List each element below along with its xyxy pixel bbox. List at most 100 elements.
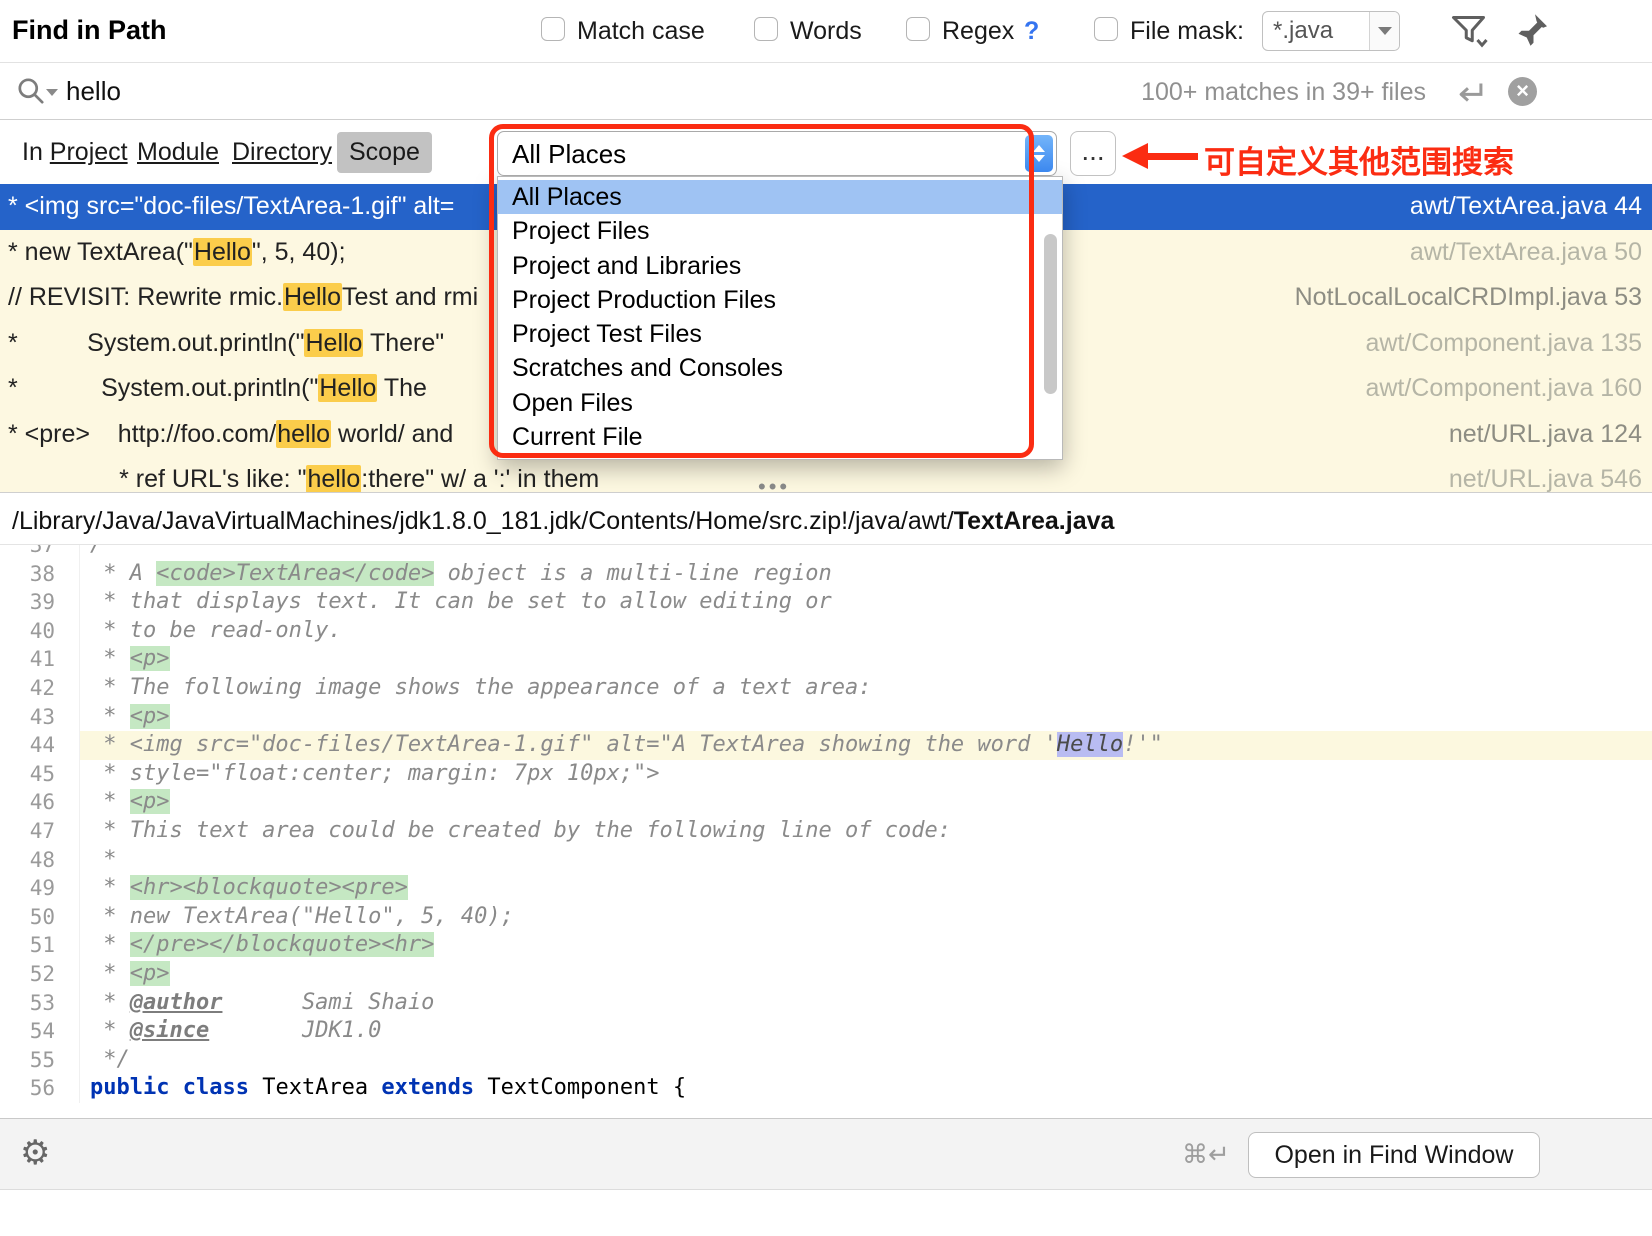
- code-line: 56public class TextArea extends TextComp…: [0, 1074, 1652, 1103]
- code-line: 42 * The following image shows the appea…: [0, 674, 1652, 703]
- result-snippet: // REVISIT: Rewrite rmic.HelloTest and r…: [8, 283, 478, 312]
- line-number: 48: [0, 846, 80, 875]
- code-token: * that displays text. It can be set to a…: [90, 589, 832, 614]
- scope-combobox[interactable]: All Places: [497, 131, 1057, 176]
- code-token: @since: [130, 1018, 209, 1043]
- code-token: </pre></blockquote><hr>: [130, 932, 435, 957]
- code-token: JDK1.0: [209, 1018, 381, 1043]
- code-content: * <img src="doc-files/TextArea-1.gif" al…: [80, 731, 1652, 760]
- scope-option-current-file[interactable]: Current File: [498, 420, 1062, 454]
- file-mask-combobox[interactable]: *.java: [1262, 11, 1400, 51]
- result-file-ref: net/URL.java 124: [1429, 420, 1642, 449]
- code-line: 48 *: [0, 846, 1652, 875]
- scope-more-button[interactable]: ...: [1070, 131, 1116, 176]
- file-path-prefix: /Library/Java/JavaVirtualMachines/jdk1.8…: [12, 507, 954, 535]
- code-line: 43 * <p>: [0, 703, 1652, 732]
- code-token: * The following image shows the appearan…: [90, 675, 871, 700]
- search-history-chevron-icon[interactable]: [46, 89, 58, 96]
- code-token: object is a multi-line region: [434, 561, 831, 586]
- snippet-text: * <pre> http://foo.com/: [8, 420, 276, 448]
- code-line: 52 * <p>: [0, 960, 1652, 989]
- code-line: 38 * A <code>TextArea</code> object is a…: [0, 560, 1652, 589]
- code-line: 49 * <hr><blockquote><pre>: [0, 874, 1652, 903]
- snippet-text: :there" w/ a ':' in them: [361, 465, 599, 492]
- chevron-down-icon[interactable]: [1369, 12, 1399, 50]
- scope-option-open-files[interactable]: Open Files: [498, 386, 1062, 420]
- code-token: TextArea: [249, 1075, 381, 1100]
- result-snippet: * <img src="doc-files/TextArea-1.gif" al…: [8, 192, 454, 221]
- code-content: /**: [80, 545, 1652, 560]
- code-token: *: [90, 1018, 130, 1043]
- line-number: 55: [0, 1046, 80, 1075]
- search-input[interactable]: hello: [66, 76, 121, 107]
- clear-search-button[interactable]: ×: [1508, 77, 1537, 106]
- result-file-ref: awt/TextArea.java 44: [1390, 192, 1642, 221]
- snippet-text: Test and rmi: [342, 283, 478, 311]
- code-lines: 37/**38 * A <code>TextArea</code> object…: [0, 545, 1652, 1103]
- file-mask-label[interactable]: File mask:: [1130, 17, 1244, 46]
- regex-label[interactable]: Regex: [942, 17, 1014, 46]
- open-in-find-window-button[interactable]: Open in Find Window: [1248, 1132, 1540, 1178]
- snippet-text: * System.out.println(": [8, 329, 304, 357]
- scope-option-project-production-files[interactable]: Project Production Files: [498, 283, 1062, 317]
- scope-option-project-and-libraries[interactable]: Project and Libraries: [498, 249, 1062, 283]
- find-in-path-dialog: Find in Path Match case Words Regex ? Fi…: [0, 0, 1652, 1236]
- scope-tab-directory[interactable]: Directory: [232, 138, 332, 167]
- snippet-text: * <img src="doc-files/TextArea-1.gif" al…: [8, 192, 454, 220]
- line-number: 49: [0, 874, 80, 903]
- code-line: 55 */: [0, 1046, 1652, 1075]
- match-case-label[interactable]: Match case: [577, 17, 705, 46]
- match-highlight: Hello: [283, 283, 342, 311]
- regex-help-icon[interactable]: ?: [1024, 17, 1039, 46]
- code-token: <hr><blockquote><pre>: [130, 875, 408, 900]
- code-line: 40 * to be read-only.: [0, 617, 1652, 646]
- code-token: * style="float:center; margin: 7px 10px;…: [90, 761, 660, 786]
- scope-tab-scope[interactable]: Scope: [337, 132, 432, 173]
- code-token: TextComponent {: [474, 1075, 686, 1100]
- code-line: 50 * new TextArea("Hello", 5, 40);: [0, 903, 1652, 932]
- popup-scrollbar[interactable]: [1044, 234, 1057, 394]
- dialog-title: Find in Path: [12, 15, 167, 46]
- scope-option-project-test-files[interactable]: Project Test Files: [498, 317, 1062, 351]
- result-row[interactable]: * ref URL's like: "hello:there" w/ a ':'…: [0, 457, 1652, 492]
- scope-option-all-places[interactable]: All Places: [498, 180, 1062, 214]
- line-number: 45: [0, 760, 80, 789]
- scope-tab-project[interactable]: In Project: [22, 138, 128, 167]
- code-content: public class TextArea extends TextCompon…: [80, 1074, 1652, 1103]
- scope-option-project-files[interactable]: Project Files: [498, 214, 1062, 248]
- words-label[interactable]: Words: [790, 17, 862, 46]
- pin-icon[interactable]: [1514, 11, 1550, 49]
- code-content: * style="float:center; margin: 7px 10px;…: [80, 760, 1652, 789]
- preview-path-row: /Library/Java/JavaVirtualMachines/jdk1.8…: [0, 492, 1652, 545]
- result-snippet: * new TextArea("Hello", 5, 40);: [8, 238, 346, 267]
- words-checkbox[interactable]: [754, 17, 778, 41]
- code-line: 53 * @author Sami Shaio: [0, 989, 1652, 1018]
- match-case-checkbox[interactable]: [541, 17, 565, 41]
- snippet-text: * ref URL's like: ": [8, 465, 306, 492]
- gear-icon[interactable]: ⚙: [20, 1133, 50, 1173]
- filter-icon[interactable]: [1450, 13, 1490, 49]
- snippet-text: ", 5, 40);: [252, 238, 346, 266]
- code-content: * new TextArea("Hello", 5, 40);: [80, 903, 1652, 932]
- scope-tab-module[interactable]: Module: [137, 138, 219, 167]
- result-snippet: * System.out.println("Hello There": [8, 329, 444, 358]
- code-token: <p>: [130, 646, 170, 671]
- regex-checkbox[interactable]: [906, 17, 930, 41]
- snippet-text: There": [363, 329, 444, 357]
- file-mask-checkbox[interactable]: [1094, 17, 1118, 41]
- code-token: *: [90, 932, 130, 957]
- annotation-arrow-shaft: [1146, 153, 1198, 160]
- file-path: /Library/Java/JavaVirtualMachines/jdk1.8…: [12, 507, 1114, 536]
- line-number: 43: [0, 703, 80, 732]
- code-content: *: [80, 846, 1652, 875]
- scope-tab-label: Scope: [349, 138, 420, 166]
- scope-option-scratches-and-consoles[interactable]: Scratches and Consoles: [498, 351, 1062, 385]
- code-token: * to be read-only.: [90, 618, 342, 643]
- snippet-text: * new TextArea(": [8, 238, 193, 266]
- code-content: * <p>: [80, 788, 1652, 817]
- match-highlight: hello: [276, 420, 331, 448]
- combobox-spinner-icon[interactable]: [1025, 135, 1053, 172]
- line-number: 46: [0, 788, 80, 817]
- code-token: class: [183, 1075, 249, 1100]
- splitter-handle[interactable]: •••: [758, 474, 790, 500]
